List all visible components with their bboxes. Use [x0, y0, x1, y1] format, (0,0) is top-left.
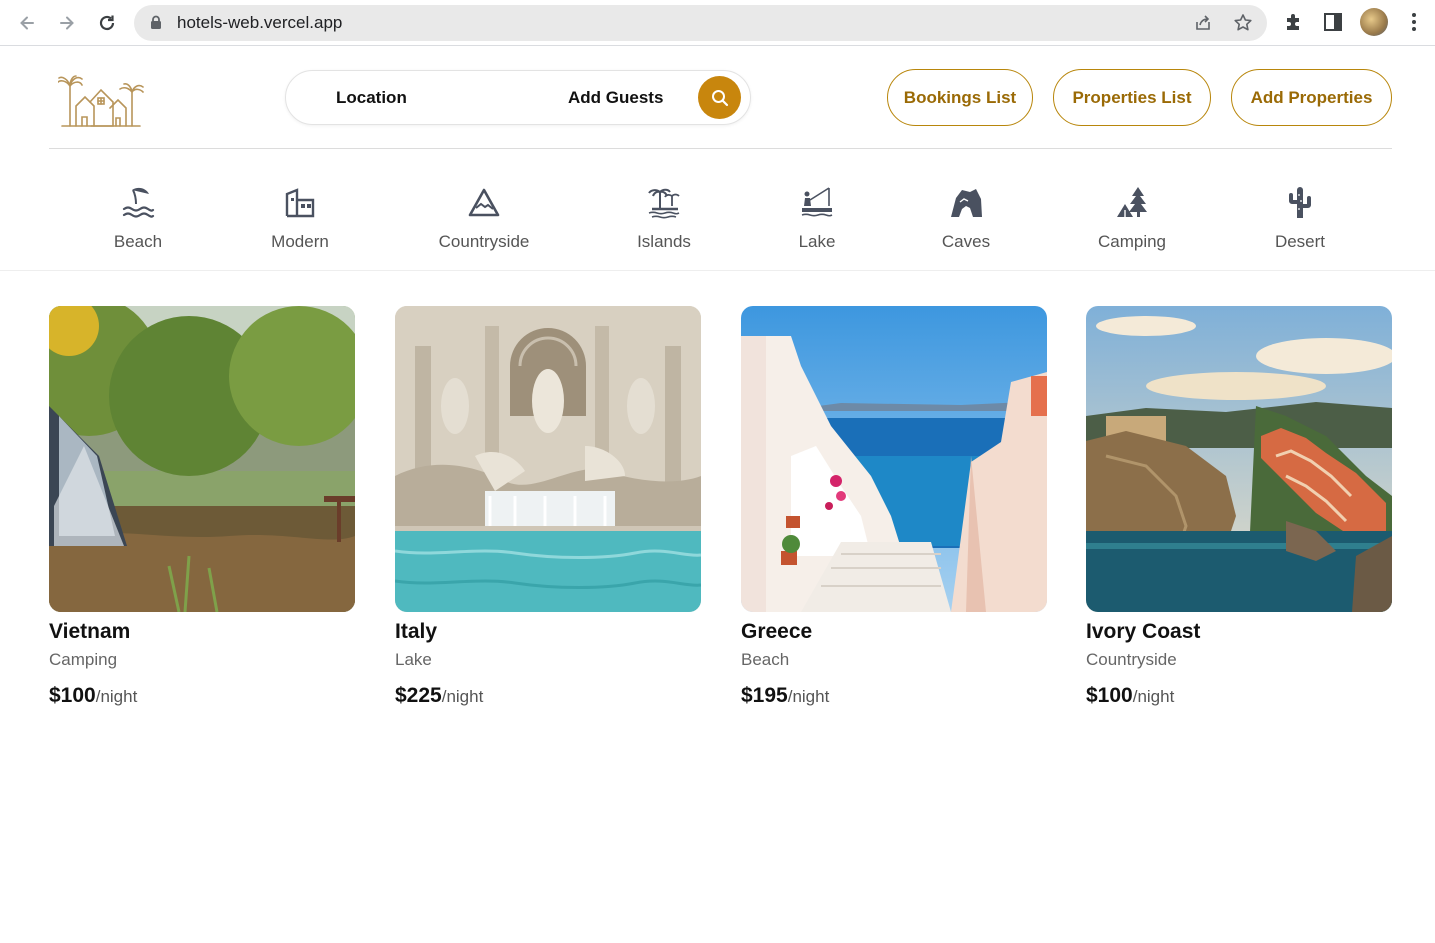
hotel-logo[interactable] [58, 72, 144, 128]
browser-toolbar: hotels-web.vercel.app [0, 0, 1435, 46]
properties-list-button[interactable]: Properties List [1053, 69, 1211, 126]
category-label: Beach [113, 232, 163, 251]
price-unit: /night [787, 687, 830, 706]
category-lake[interactable]: Lake [757, 184, 877, 252]
add-guests-field[interactable]: Add Guests [568, 88, 663, 108]
categories-divider [0, 270, 1435, 271]
category-islands[interactable]: Islands [604, 184, 724, 252]
cave-icon [951, 189, 982, 217]
reload-icon [99, 15, 115, 31]
listing-price: $100/night [49, 684, 355, 708]
listing-card-ivory-coast[interactable]: Ivory Coast Countryside $100/night [1086, 306, 1392, 708]
category-desert[interactable]: Desert [1240, 184, 1360, 252]
listing-price: $225/night [395, 684, 701, 708]
listing-card-greece[interactable]: Greece Beach $195/night [741, 306, 1047, 708]
listing-photo[interactable] [741, 306, 1047, 612]
category-label: Countryside [438, 232, 530, 251]
arrow-right-icon [60, 16, 74, 30]
listing-category: Countryside [1086, 650, 1177, 669]
lock-icon [151, 15, 161, 29]
profile-avatar[interactable] [1360, 8, 1388, 36]
search-bar[interactable]: Location Add Guests [285, 70, 751, 125]
category-beach[interactable]: Beach [78, 184, 198, 252]
modern-building-icon [285, 188, 315, 218]
category-label: Camping [1097, 232, 1167, 251]
listing-title[interactable]: Greece [741, 620, 1047, 644]
listing-card-vietnam[interactable]: Vietnam Camping $100/night [49, 306, 355, 708]
share-icon[interactable] [1193, 13, 1213, 33]
extensions-puzzle-icon[interactable] [1283, 11, 1305, 33]
side-panel-icon[interactable] [1322, 11, 1344, 33]
price-unit: /night [95, 687, 138, 706]
category-label: Lake [798, 232, 836, 251]
category-label: Desert [1274, 232, 1326, 251]
search-icon [711, 89, 728, 106]
listing-title[interactable]: Ivory Coast [1086, 620, 1392, 644]
listing-category: Camping [49, 650, 118, 669]
address-bar[interactable]: hotels-web.vercel.app [134, 5, 1267, 41]
price-unit: /night [441, 687, 484, 706]
listing-photo[interactable] [1086, 306, 1392, 612]
listing-photo[interactable] [49, 306, 355, 612]
category-caves[interactable]: Caves [906, 184, 1026, 252]
category-countryside[interactable]: Countryside [424, 184, 544, 252]
price-amount: $100 [1086, 684, 1133, 707]
listing-price: $100/night [1086, 684, 1392, 708]
price-unit: /night [1132, 687, 1175, 706]
location-field[interactable]: Location [336, 88, 407, 108]
category-camping[interactable]: Camping [1072, 184, 1192, 252]
kebab-menu-icon[interactable] [1403, 11, 1425, 33]
category-modern[interactable]: Modern [240, 184, 360, 252]
category-label: Islands [637, 232, 691, 251]
add-properties-button[interactable]: Add Properties [1231, 69, 1392, 126]
listing-card-italy[interactable]: Italy Lake $225/night [395, 306, 701, 708]
arrow-left-icon [20, 16, 34, 30]
beach-umbrella-icon [122, 187, 155, 218]
listing-category: Beach [741, 650, 790, 669]
star-icon[interactable] [1233, 13, 1253, 33]
reload-button[interactable] [93, 9, 121, 37]
back-button[interactable] [13, 9, 41, 37]
header-divider [49, 148, 1392, 149]
forward-button[interactable] [53, 9, 81, 37]
bookings-list-button[interactable]: Bookings List [887, 69, 1033, 126]
tent-tree-icon [1117, 187, 1147, 217]
listing-price: $195/night [741, 684, 1047, 708]
search-button[interactable] [698, 76, 741, 119]
price-amount: $100 [49, 684, 96, 707]
lake-fishing-icon [801, 187, 833, 217]
listing-category: Lake [395, 650, 432, 669]
price-amount: $225 [395, 684, 442, 707]
listing-title[interactable]: Vietnam [49, 620, 355, 644]
category-label: Caves [941, 232, 991, 251]
price-amount: $195 [741, 684, 788, 707]
island-palm-icon [648, 188, 680, 219]
category-label: Modern [271, 232, 329, 251]
mountain-icon [468, 188, 500, 217]
listing-title[interactable]: Italy [395, 620, 701, 644]
url-text: hotels-web.vercel.app [177, 13, 343, 32]
listing-photo[interactable] [395, 306, 701, 612]
cactus-icon [1289, 187, 1311, 218]
